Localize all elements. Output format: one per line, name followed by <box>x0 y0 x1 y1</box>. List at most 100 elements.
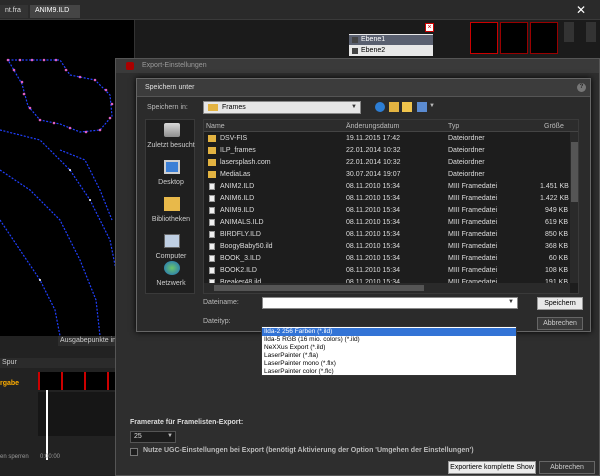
file-size: 108 KB <box>545 267 568 274</box>
playhead[interactable] <box>46 390 48 460</box>
layer-visibility-checkbox[interactable] <box>352 37 358 43</box>
chevron-down-icon: ▼ <box>167 433 173 439</box>
chevron-down-icon: ▼ <box>508 299 514 305</box>
time-readout: 0:00:00 <box>40 454 61 460</box>
save-in-label: Speichern in: <box>147 104 188 111</box>
file-name: ILP_frames <box>220 147 256 154</box>
file-row[interactable]: BIRDFLY.ILD 08.11.2010 15:34 MIII Framedat… <box>204 229 570 241</box>
frame-thumbnail[interactable] <box>500 22 528 54</box>
places-bar: Zuletzt besucht Desktop Bibliotheken Com… <box>145 119 195 294</box>
dialog-titlebar: Speichern unter ? <box>137 79 590 97</box>
folder-icon <box>208 159 216 166</box>
frame-thumbnails <box>440 22 560 58</box>
layer-label: Ebene1 <box>361 36 386 43</box>
file-icon <box>209 255 215 262</box>
frame-thumbnail[interactable] <box>530 22 558 54</box>
filetype-option[interactable]: Ilda-2 256 Farben (*.ild) <box>262 328 516 336</box>
timeline-frame[interactable] <box>61 372 83 390</box>
frame-thumbnail[interactable] <box>470 22 498 54</box>
file-size: 1.451 KB <box>540 183 569 190</box>
file-icon <box>209 267 215 274</box>
layer-item[interactable]: Ebene1 <box>349 35 433 45</box>
chevron-down-icon: ▼ <box>351 104 357 110</box>
column-header-date[interactable]: Änderungsdatum <box>346 123 399 130</box>
folder-row[interactable]: DSV-FIS 19.11.2015 17:42 Dateiordner <box>204 133 570 145</box>
filetype-option[interactable]: Ilda-5 RGB (16 mio. colors) (*.ild) <box>262 336 516 344</box>
file-row[interactable]: ANIMALS.ILD 08.11.2010 15:34 MIII Framedat… <box>204 217 570 229</box>
place-libraries[interactable]: Bibliotheken <box>146 194 196 231</box>
folder-icon <box>208 171 216 178</box>
file-date: 08.11.2010 15:34 <box>346 255 400 262</box>
back-icon[interactable] <box>375 102 385 112</box>
file-row[interactable]: BoogyBaby50.ild 08.11.2010 15:34 MIII Fram… <box>204 241 570 253</box>
delete-layer-icon[interactable]: × <box>425 23 434 32</box>
export-cancel-button[interactable]: Abbrechen <box>539 461 595 474</box>
folder-row[interactable]: lasersplash.com 22.01.2014 10:32 Dateiordn… <box>204 157 570 169</box>
column-header-type[interactable]: Typ <box>448 123 459 130</box>
track-name: rgabe <box>0 380 20 387</box>
export-show-button[interactable]: Exportiere komplette Show <box>448 461 536 474</box>
filetype-dropdown-list[interactable]: Ilda-2 256 Farben (*.ild) Ilda-5 RGB (16 … <box>261 326 517 376</box>
file-date: 08.11.2010 15:34 <box>346 231 400 238</box>
thumbnail-scrollbar[interactable] <box>586 22 596 42</box>
filetype-option[interactable]: LaserPainter color (*.flc) <box>262 368 516 376</box>
column-header-name[interactable]: Name <box>206 123 225 130</box>
place-recent[interactable]: Zuletzt besucht <box>146 120 196 157</box>
scrollbar-thumb[interactable] <box>571 142 578 202</box>
close-icon[interactable]: ✕ <box>576 3 586 17</box>
scrollbar-thumb[interactable] <box>214 285 424 291</box>
file-date: 19.11.2015 17:42 <box>346 135 400 142</box>
place-label: Zuletzt besucht <box>147 142 195 149</box>
file-size: 60 KB <box>548 255 568 262</box>
dialog-title: Export-Einstellungen <box>142 62 207 69</box>
filename-input[interactable]: ▼ <box>262 297 518 309</box>
new-folder-icon[interactable] <box>402 102 412 112</box>
filetype-option[interactable]: LaserPainter mono (*.flx) <box>262 360 516 368</box>
file-name: lasersplash.com <box>220 159 271 166</box>
file-size: 1.422 KB <box>540 195 569 202</box>
horizontal-scrollbar[interactable] <box>204 283 570 293</box>
file-row[interactable]: BOOK2.ILD 08.11.2010 15:34 MIII Framedatei… <box>204 265 570 277</box>
file-row[interactable]: ANIM2.ILD 08.11.2010 15:34 MIII Framedatei… <box>204 181 570 193</box>
filetype-option[interactable]: NeXXus Export (*.ild) <box>262 344 516 352</box>
layer-item[interactable]: Ebene2 <box>349 46 433 56</box>
file-type: MIII Framedatei <box>448 183 498 190</box>
vertical-scrollbar[interactable] <box>570 132 578 283</box>
framerate-select[interactable]: 25 ▼ <box>130 431 176 443</box>
network-icon <box>164 261 180 275</box>
file-type: MIII Framedatei <box>448 207 498 214</box>
timeline-frame[interactable] <box>38 372 60 390</box>
file-list[interactable]: Name Änderungsdatum Typ Größe DSV-FIS 19.… <box>203 119 579 294</box>
file-date: 08.11.2010 15:34 <box>346 207 400 214</box>
cancel-button[interactable]: Abbrechen <box>537 317 583 330</box>
save-as-dialog: Speichern unter ? Speichern in: Frames ▼… <box>136 78 591 332</box>
help-icon[interactable]: ? <box>577 83 586 92</box>
file-icon <box>209 243 215 250</box>
folder-row[interactable]: MediaLas 30.07.2014 19:07 Dateiordner <box>204 169 570 181</box>
app-tab-bar: nt.fra ANIM9.ILD ✕ <box>0 0 600 20</box>
file-date: 30.07.2014 19:07 <box>346 171 401 178</box>
column-header-size[interactable]: Größe <box>544 123 564 130</box>
file-list-header: Name Änderungsdatum Typ Größe <box>204 120 578 132</box>
track-header: Spur <box>0 358 130 368</box>
file-row[interactable]: ANIM6.ILD 08.11.2010 15:34 MIII Framedatei… <box>204 193 570 205</box>
file-row[interactable]: ANIM9.ILD 08.11.2010 15:34 MIII Framedatei… <box>204 205 570 217</box>
tab-frame-file[interactable]: nt.fra <box>0 5 28 18</box>
save-button[interactable]: Speichern <box>537 297 583 310</box>
timeline-frame[interactable] <box>84 372 106 390</box>
file-name: BoogyBaby50.ild <box>220 243 273 250</box>
folder-row[interactable]: ILP_frames 22.01.2014 10:32 Dateiordner <box>204 145 570 157</box>
filetype-label: Dateityp: <box>203 318 231 325</box>
folder-select[interactable]: Frames ▼ <box>203 101 361 114</box>
view-menu-icon[interactable] <box>417 102 427 112</box>
place-network[interactable]: Netzwerk <box>146 258 196 295</box>
tab-anim9[interactable]: ANIM9.ILD <box>30 5 80 18</box>
chevron-down-icon[interactable]: ▼ <box>429 103 435 109</box>
layer-visibility-checkbox[interactable] <box>352 48 358 54</box>
file-row[interactable]: BOOK_3.ILD 08.11.2010 15:34 MIII Framedate… <box>204 253 570 265</box>
ugc-checkbox[interactable] <box>130 448 138 456</box>
folder-up-icon[interactable] <box>389 102 399 112</box>
thumbnail-scrollbar[interactable] <box>564 22 574 42</box>
filetype-option[interactable]: LaserPainter (*.fla) <box>262 352 516 360</box>
place-desktop[interactable]: Desktop <box>146 157 196 194</box>
